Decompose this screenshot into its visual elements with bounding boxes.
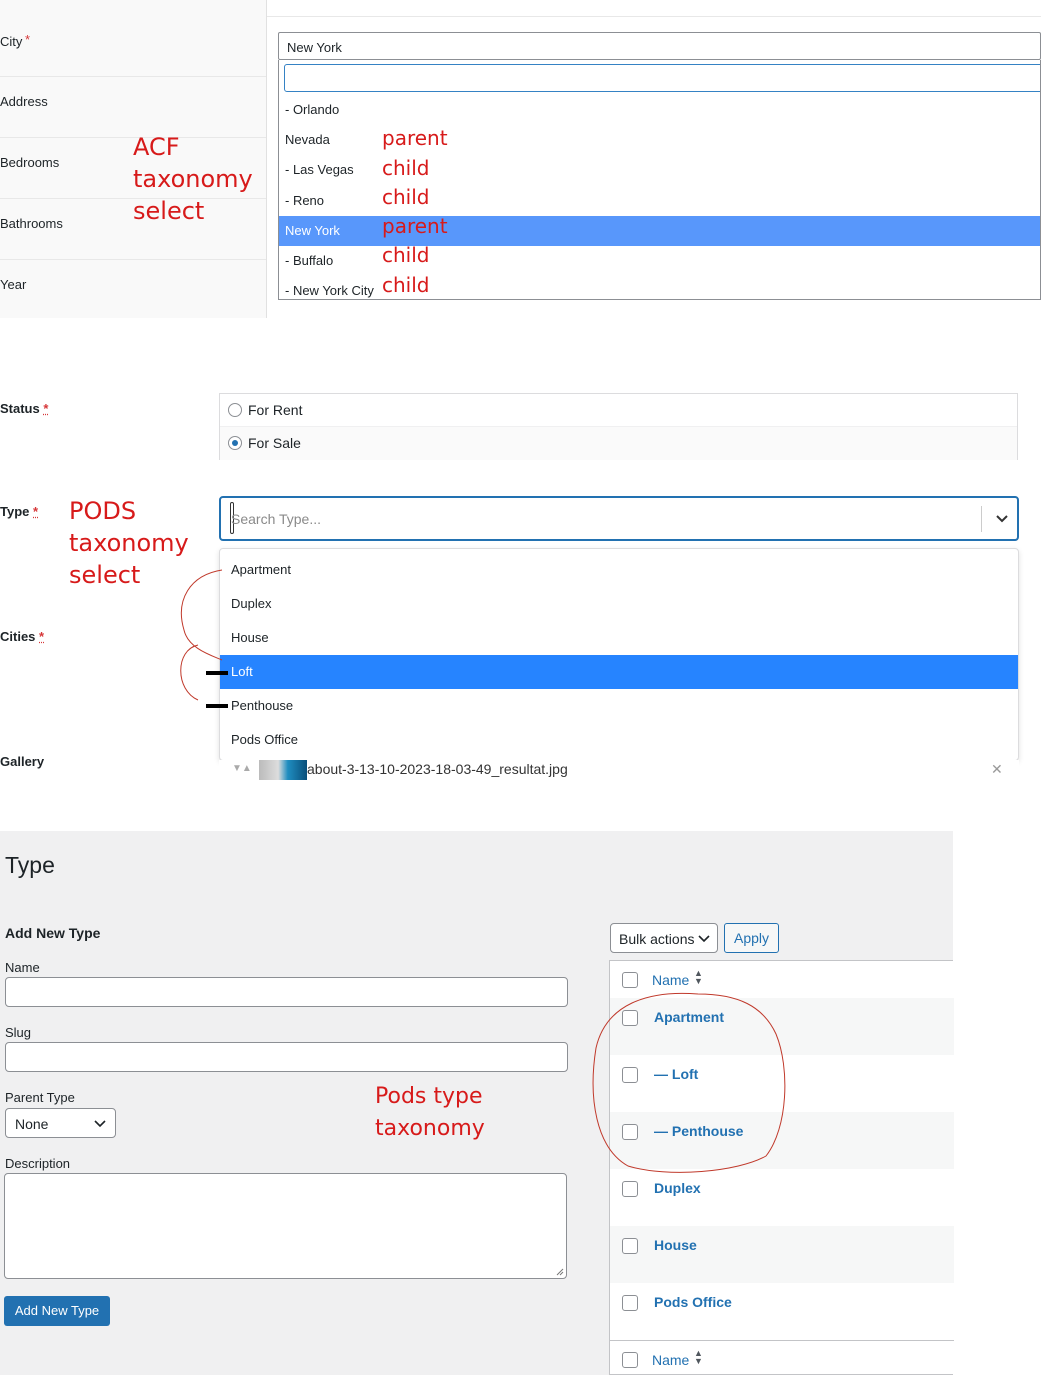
bulk-actions-select[interactable]: Bulk actions <box>610 923 718 953</box>
term-link[interactable]: Duplex <box>654 1180 701 1196</box>
acf-field-city: City * <box>0 16 266 76</box>
description-textarea[interactable] <box>4 1173 567 1279</box>
name-input[interactable] <box>5 977 568 1007</box>
annotation-line: PODS <box>69 497 137 525</box>
description-label: Description <box>5 1156 71 1171</box>
pods-cities-label: Cities * <box>0 629 45 644</box>
annotation-line: ACF <box>133 133 180 161</box>
row-checkbox[interactable] <box>622 1181 638 1197</box>
table-row: House <box>610 1226 954 1283</box>
separator <box>981 506 982 532</box>
parent-type-select[interactable]: None <box>5 1108 116 1138</box>
pods-option[interactable]: Apartment <box>220 553 1018 587</box>
bulk-actions-value: Bulk actions <box>619 931 695 947</box>
acf-year-label: Year <box>0 277 27 292</box>
resize-handle-icon[interactable] <box>556 1268 564 1276</box>
drag-handle-icon[interactable]: ▼▲ <box>232 763 252 774</box>
select-all-checkbox[interactable] <box>622 972 638 988</box>
pods-type-search-input[interactable]: Search Type... <box>219 496 1019 541</box>
radio-button[interactable] <box>228 403 242 417</box>
chevron-down-icon <box>94 1120 106 1128</box>
pods-type-dropdown[interactable]: Apartment Duplex House Loft Penthouse Po… <box>219 548 1019 761</box>
acf-city-selected-value: New York <box>287 40 342 55</box>
select-all-checkbox[interactable] <box>622 1352 638 1368</box>
required-marker: * <box>25 32 31 47</box>
acf-city-select[interactable]: New York <box>278 32 1041 60</box>
pods-option[interactable]: House <box>220 621 1018 655</box>
search-placeholder: Search Type... <box>231 511 322 527</box>
pods-option[interactable]: Pods Office <box>220 723 1018 757</box>
gallery-file-name: about-3-13-10-2023-18-03-49_resultat.jpg <box>307 761 568 777</box>
taxonomy-annotation: Pods type taxonomy <box>375 1081 485 1145</box>
sort-icon[interactable]: ▲ ▼ <box>694 1349 703 1366</box>
name-column-header[interactable]: Name <box>652 1352 689 1368</box>
table-footer: Name ▲ ▼ <box>610 1340 954 1377</box>
radio-option-for-sale[interactable]: For Sale <box>220 427 1017 460</box>
page-title: Type <box>5 852 55 878</box>
status-radio-group: For Rent For Sale <box>219 393 1018 460</box>
radio-button-checked[interactable] <box>228 436 242 450</box>
annotation-note: child <box>382 156 430 180</box>
annotation-note: parent <box>382 126 448 150</box>
row-checkbox[interactable] <box>622 1295 638 1311</box>
annotation-note: child <box>382 243 430 267</box>
annotation-line: select <box>133 197 205 225</box>
chevron-down-icon <box>698 935 710 943</box>
acf-top-spacer <box>0 0 266 16</box>
acf-city-label: City <box>0 34 23 49</box>
annotation-line: Pods type <box>375 1084 483 1109</box>
circle-annotation-icon <box>592 992 786 1173</box>
acf-annotation: ACF taxonomy select <box>133 131 253 227</box>
acf-bedrooms-label: Bedrooms <box>0 155 60 170</box>
hierarchy-annotation-icon <box>180 569 228 708</box>
acf-field-year: Year <box>0 259 266 319</box>
apply-button[interactable]: Apply <box>724 923 779 953</box>
sort-icon[interactable]: ▲ ▼ <box>694 969 703 986</box>
term-link[interactable]: House <box>654 1237 697 1253</box>
annotation-line: taxonomy <box>133 165 253 193</box>
annotation-note: child <box>382 273 430 297</box>
slug-input[interactable] <box>5 1042 568 1072</box>
acf-divider <box>267 16 1041 17</box>
pods-gallery-label: Gallery <box>0 754 45 769</box>
add-new-heading: Add New Type <box>5 925 101 941</box>
parent-type-label: Parent Type <box>5 1090 75 1105</box>
term-link[interactable]: Pods Office <box>654 1294 732 1310</box>
radio-option-for-rent[interactable]: For Rent <box>220 394 1017 427</box>
acf-address-label: Address <box>0 94 48 109</box>
pods-status-label: Status * <box>0 401 49 416</box>
add-new-type-button[interactable]: Add New Type <box>4 1296 110 1326</box>
slug-label: Slug <box>5 1025 32 1040</box>
name-column-header[interactable]: Name <box>652 972 689 988</box>
table-row: Pods Office <box>610 1283 954 1340</box>
gallery-item: ▼▲ about-3-13-10-2023-18-03-49_resultat.… <box>219 760 1019 780</box>
acf-bathrooms-label: Bathrooms <box>0 216 63 231</box>
pods-option-selected[interactable]: Loft <box>220 655 1018 689</box>
pods-option[interactable]: Penthouse <box>220 689 1018 723</box>
pods-type-label: Type * <box>0 504 39 519</box>
gallery-thumbnail <box>259 760 307 780</box>
annotation-line: taxonomy <box>69 529 189 557</box>
acf-option[interactable]: - Orlando <box>279 95 1040 125</box>
remove-icon[interactable]: ✕ <box>991 761 1003 778</box>
annotation-note: child <box>382 185 430 209</box>
parent-type-value: None <box>15 1116 49 1132</box>
annotation-line: taxonomy <box>375 1116 485 1141</box>
annotation-note: parent <box>382 214 448 238</box>
acf-field-address: Address <box>0 76 266 137</box>
pods-option[interactable]: Duplex <box>220 587 1018 621</box>
name-label: Name <box>5 960 40 975</box>
chevron-down-icon[interactable] <box>991 504 1013 534</box>
row-checkbox[interactable] <box>622 1238 638 1254</box>
table-row: Duplex <box>610 1169 954 1226</box>
acf-dropdown-search-input[interactable] <box>284 64 1040 92</box>
